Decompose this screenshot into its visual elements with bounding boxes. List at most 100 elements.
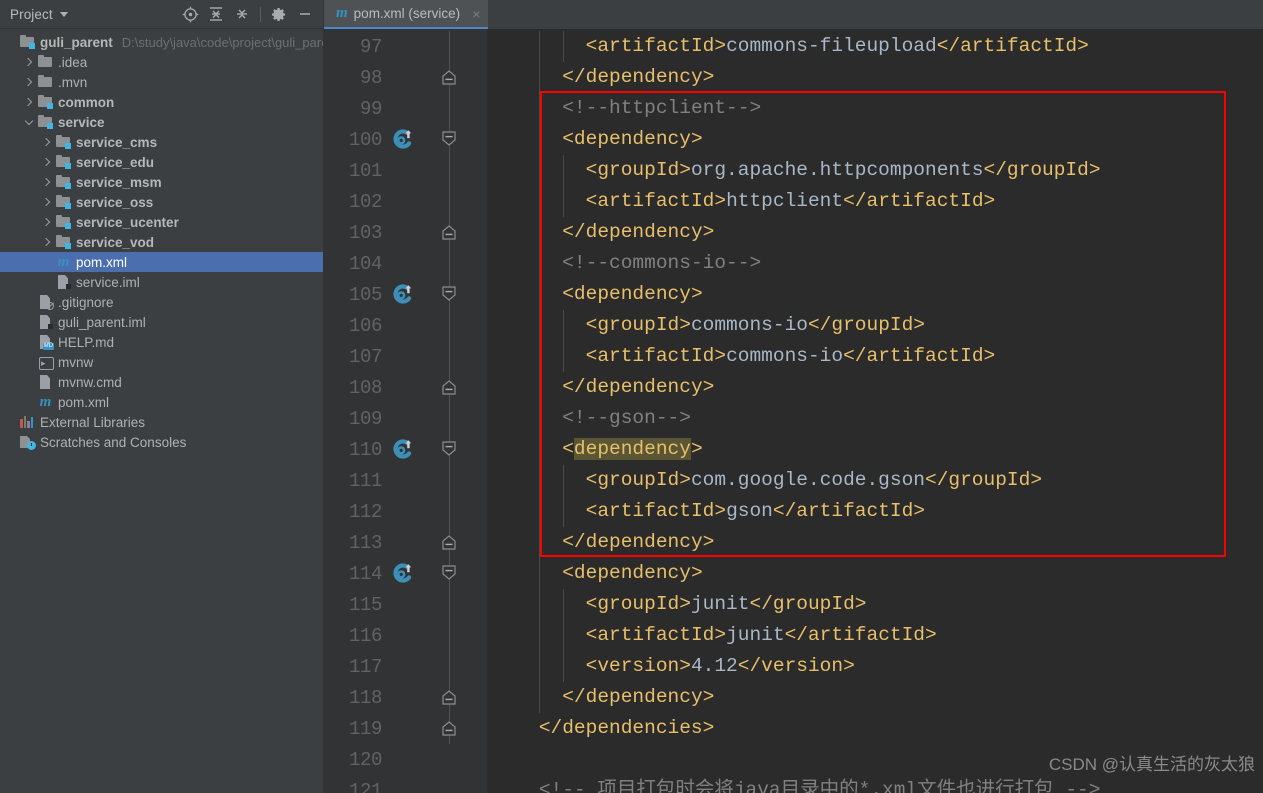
gutter-line[interactable]: 118 (324, 682, 487, 713)
code-line[interactable]: </dependency> (487, 682, 1263, 713)
tree-item-service_msm[interactable]: service_msm (0, 172, 324, 192)
fold-end-icon[interactable] (438, 686, 460, 708)
gutter-line[interactable]: 107 (324, 341, 487, 372)
code-line[interactable]: <groupId>org.apache.httpcomponents</grou… (487, 155, 1263, 186)
tree-item-guli_parent-iml[interactable]: guli_parent.iml (0, 312, 324, 332)
locate-in-tree-icon[interactable] (177, 2, 203, 26)
chevron-down-icon[interactable] (22, 116, 35, 129)
code-line[interactable]: <artifactId>gson</artifactId> (487, 496, 1263, 527)
gutter-line[interactable]: 98 (324, 62, 487, 93)
fold-start-icon[interactable] (438, 562, 460, 584)
gutter-line[interactable]: 114 (324, 558, 487, 589)
code-line[interactable]: <groupId>junit</groupId> (487, 589, 1263, 620)
fold-end-icon[interactable] (438, 66, 460, 88)
gutter-line[interactable]: 119 (324, 713, 487, 744)
gear-icon[interactable] (266, 2, 292, 26)
gutter-line[interactable]: 106 (324, 310, 487, 341)
gutter-line[interactable]: 108 (324, 372, 487, 403)
code-line[interactable]: </dependency> (487, 217, 1263, 248)
tree-item-scratches-and-consoles[interactable]: Scratches and Consoles (0, 432, 324, 452)
fold-start-icon[interactable] (438, 438, 460, 460)
fold-end-icon[interactable] (438, 717, 460, 739)
chevron-down-icon[interactable] (59, 11, 68, 17)
maven-reimport-icon[interactable] (392, 128, 414, 150)
chevron-right-icon[interactable] (40, 156, 53, 169)
gutter-line[interactable]: 105 (324, 279, 487, 310)
tree-item--idea[interactable]: .idea (0, 52, 324, 72)
tree-item-mvnw-cmd[interactable]: mvnw.cmd (0, 372, 324, 392)
gutter-line[interactable]: 110 (324, 434, 487, 465)
gutter-line[interactable]: 117 (324, 651, 487, 682)
tab-pom-xml[interactable]: m pom.xml (service) × (324, 0, 489, 29)
chevron-right-icon[interactable] (40, 176, 53, 189)
gutter-line[interactable]: 101 (324, 155, 487, 186)
tree-item-service[interactable]: service (0, 112, 324, 132)
code-line[interactable]: <!--httpclient--> (487, 93, 1263, 124)
tree-item-pom-xml[interactable]: m pom.xml (0, 392, 324, 412)
code-line[interactable]: <version>4.12</version> (487, 651, 1263, 682)
fold-end-icon[interactable] (438, 376, 460, 398)
tree-item-service_ucenter[interactable]: service_ucenter (0, 212, 324, 232)
chevron-right-icon[interactable] (22, 96, 35, 109)
code-line[interactable]: <dependency> (487, 124, 1263, 155)
tree-item--gitignore[interactable]: .gitignore (0, 292, 324, 312)
fold-start-icon[interactable] (438, 283, 460, 305)
code-line[interactable]: <!--gson--> (487, 403, 1263, 434)
tree-item-help-md[interactable]: MD HELP.md (0, 332, 324, 352)
gutter-line[interactable]: 97 (324, 31, 487, 62)
code-line[interactable]: <artifactId>httpclient</artifactId> (487, 186, 1263, 217)
gutter-line[interactable]: 113 (324, 527, 487, 558)
tree-item-pom-xml[interactable]: m pom.xml (0, 252, 324, 272)
gutter-line[interactable]: 120 (324, 744, 487, 775)
fold-end-icon[interactable] (438, 531, 460, 553)
fold-start-icon[interactable] (438, 128, 460, 150)
tree-item-external-libraries[interactable]: External Libraries (0, 412, 324, 432)
gutter-line[interactable]: 104 (324, 248, 487, 279)
chevron-right-icon[interactable] (40, 136, 53, 149)
gutter-line[interactable]: 111 (324, 465, 487, 496)
tree-item-service-iml[interactable]: service.iml (0, 272, 324, 292)
code-line[interactable]: <groupId>com.google.code.gson</groupId> (487, 465, 1263, 496)
project-panel-title[interactable]: Project (10, 7, 53, 22)
gutter-line[interactable]: 100 (324, 124, 487, 155)
code-line[interactable]: <!-- 项目打包时会将java目录中的*.xml文件也进行打包 --> (487, 775, 1263, 793)
expand-all-icon[interactable] (203, 2, 229, 26)
code-line[interactable]: </dependency> (487, 62, 1263, 93)
code-line[interactable]: <artifactId>commons-fileupload</artifact… (487, 31, 1263, 62)
collapse-all-icon[interactable] (229, 2, 255, 26)
gutter-line[interactable]: 102 (324, 186, 487, 217)
tree-item-service_cms[interactable]: service_cms (0, 132, 324, 152)
code-line[interactable]: <!--commons-io--> (487, 248, 1263, 279)
code-text[interactable]: <artifactId>commons-fileupload</artifact… (487, 29, 1263, 793)
fold-end-icon[interactable] (438, 221, 460, 243)
maven-reimport-icon[interactable] (392, 283, 414, 305)
maven-reimport-icon[interactable] (392, 562, 414, 584)
minimize-icon[interactable] (292, 2, 318, 26)
code-viewport[interactable]: 97 98 99 100 101 102 103 104 105 106 107 108 10… (324, 29, 1263, 793)
code-line[interactable]: </dependencies> (487, 713, 1263, 744)
code-line[interactable]: <artifactId>commons-io</artifactId> (487, 341, 1263, 372)
gutter-line[interactable]: 103 (324, 217, 487, 248)
chevron-right-icon[interactable] (40, 216, 53, 229)
chevron-right-icon[interactable] (22, 76, 35, 89)
close-icon[interactable]: × (472, 7, 480, 21)
project-tree[interactable]: guli_parent D:\study\java\code\project\gu… (0, 29, 324, 793)
editor-gutter[interactable]: 97 98 99 100 101 102 103 104 105 106 107 108 10… (324, 29, 487, 793)
gutter-line[interactable]: 109 (324, 403, 487, 434)
chevron-right-icon[interactable] (22, 56, 35, 69)
code-line[interactable]: <dependency> (487, 279, 1263, 310)
code-line[interactable]: <dependency> (487, 558, 1263, 589)
tree-item-mvnw[interactable]: mvnw (0, 352, 324, 372)
chevron-right-icon[interactable] (40, 236, 53, 249)
chevron-right-icon[interactable] (40, 196, 53, 209)
code-line[interactable]: </dependency> (487, 527, 1263, 558)
tree-item-common[interactable]: common (0, 92, 324, 112)
tree-item-guli_parent[interactable]: guli_parent D:\study\java\code\project\gu… (0, 32, 324, 52)
gutter-line[interactable]: 121 (324, 775, 487, 793)
maven-reimport-icon[interactable] (392, 438, 414, 460)
gutter-line[interactable]: 99 (324, 93, 487, 124)
code-line[interactable]: <dependency> (487, 434, 1263, 465)
tree-item--mvn[interactable]: .mvn (0, 72, 324, 92)
tree-item-service_oss[interactable]: service_oss (0, 192, 324, 212)
gutter-line[interactable]: 112 (324, 496, 487, 527)
